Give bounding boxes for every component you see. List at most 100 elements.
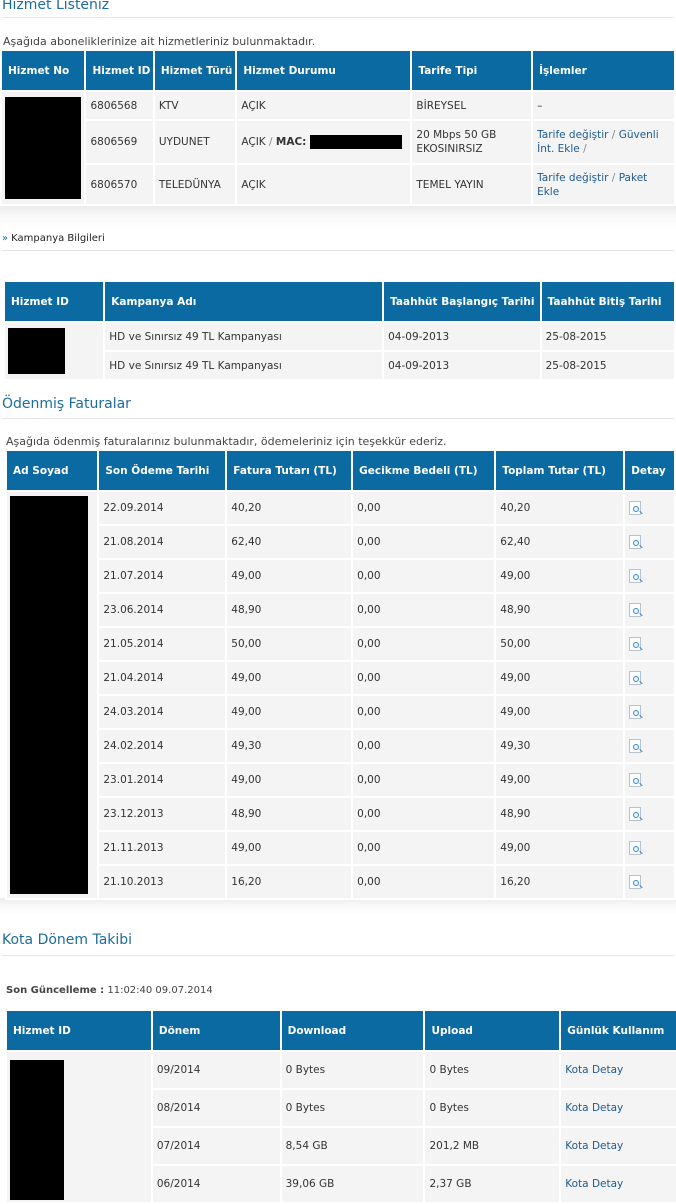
document-search-icon[interactable] (629, 535, 642, 549)
redacted-block (10, 1060, 64, 1200)
total-cell: 40,20 (496, 492, 624, 524)
kota-header-row: Hizmet ID Dönem Download Upload Günlük K… (7, 1011, 676, 1050)
amount-cell: 49,00 (227, 832, 352, 864)
kota-table: Hizmet ID Dönem Download Upload Günlük K… (5, 1009, 676, 1204)
link-separator: / (608, 171, 619, 184)
redacted-mac (309, 135, 402, 149)
detay-cell (625, 594, 674, 626)
total-cell: 16,20 (496, 866, 624, 898)
date-cell: 23.12.2013 (99, 798, 226, 830)
ops-cell: Tarife değiştir / Güvenli İnt. Ekle / (533, 121, 674, 163)
tarife-degistir-link[interactable]: Tarife değiştir (537, 172, 608, 184)
period-cell: 07/2014 (152, 1128, 280, 1164)
total-cell: 49,00 (496, 832, 624, 864)
col-taahhut-baslangic: Taahhüt Başlangıç Tarihi (384, 282, 540, 321)
mac-label: MAC: (275, 136, 307, 148)
detay-cell (625, 866, 674, 898)
col-donem: Dönem (152, 1011, 280, 1050)
table-row: HD ve Sınırsız 49 TL Kampanyası 04-09-20… (5, 352, 674, 379)
document-search-icon[interactable] (629, 637, 642, 651)
col-hizmet-id: Hizmet ID (86, 51, 153, 90)
document-search-icon[interactable] (629, 773, 642, 787)
table-row: 23.01.2014 49,00 0,00 49,00 (7, 764, 674, 796)
detay-cell (625, 662, 674, 694)
faturalar-header-row: Ad Soyad Son Ödeme Tarihi Fatura Tutarı … (7, 451, 674, 490)
kampanya-id-cell (5, 323, 104, 379)
col-islemler: İşlemler (533, 51, 674, 90)
document-search-icon[interactable] (629, 739, 642, 753)
period-cell: 09/2014 (152, 1052, 280, 1088)
kota-title: Kota Dönem Takibi (2, 932, 133, 948)
document-search-icon[interactable] (629, 875, 642, 889)
amount-cell: 48,90 (227, 798, 352, 830)
tarife-degistir-link[interactable]: Tarife değiştir (537, 129, 608, 141)
late-cell: 0,00 (353, 662, 495, 694)
detay-cell (625, 832, 674, 864)
document-search-icon[interactable] (629, 705, 642, 719)
taahhut-start-cell: 04-09-2013 (384, 352, 540, 379)
detay-cell (625, 696, 674, 728)
redacted-block (8, 328, 65, 374)
download-cell: 39,06 GB (281, 1166, 424, 1202)
total-cell: 50,00 (496, 628, 624, 660)
document-search-icon[interactable] (629, 501, 642, 515)
document-search-icon[interactable] (629, 807, 642, 821)
date-cell: 24.02.2014 (99, 730, 226, 762)
document-search-icon[interactable] (629, 671, 642, 685)
late-cell: 0,00 (353, 730, 495, 762)
document-search-icon[interactable] (629, 603, 642, 617)
kota-detay-cell: Kota Detay (561, 1052, 676, 1088)
total-cell: 62,40 (496, 526, 624, 558)
hizmet-bottom-band (0, 206, 676, 230)
amount-cell: 16,20 (227, 866, 352, 898)
hizmet-header-row: Hizmet No Hizmet ID Hizmet Türü Hizmet D… (2, 51, 674, 90)
tarife-cell: 20 Mbps 50 GB EKOSINIRSIZ (412, 121, 532, 163)
hizmet-status-cell: AÇIK (237, 165, 411, 204)
col-gunluk-kullanim: Günlük Kullanım (561, 1011, 676, 1050)
table-row: 23.06.2014 48,90 0,00 48,90 (7, 594, 674, 626)
table-row: 21.04.2014 49,00 0,00 49,00 (7, 662, 674, 694)
date-cell: 21.08.2014 (99, 526, 226, 558)
upload-cell: 0 Bytes (425, 1090, 560, 1126)
kota-updated: Son Güncelleme : 11:02:40 09.07.2014 (6, 985, 213, 996)
document-search-icon[interactable] (629, 841, 642, 855)
kota-detay-link[interactable]: Kota Detay (565, 1102, 623, 1114)
total-cell: 49,00 (496, 560, 624, 592)
table-row: 22.09.2014 40,20 0,00 40,20 (7, 492, 674, 898)
col-taahhut-bitis: Taahhüt Bitiş Tarihi (541, 282, 674, 321)
late-cell: 0,00 (353, 492, 495, 524)
table-row: 21.10.2013 16,20 0,00 16,20 (7, 866, 674, 898)
faturalar-title-rule (2, 418, 674, 419)
faturalar-desc: Aşağıda ödenmiş faturalarınız bulunmakta… (6, 435, 447, 448)
col-detay: Detay (625, 451, 674, 490)
ad-soyad-cell (7, 492, 98, 898)
kota-detay-link[interactable]: Kota Detay (565, 1140, 623, 1152)
amount-cell: 49,00 (227, 560, 352, 592)
amount-cell: 49,00 (227, 696, 352, 728)
kampanya-header-row: Hizmet ID Kampanya Adı Taahhüt Başlangıç… (5, 282, 674, 321)
link-separator: / (579, 143, 587, 155)
download-cell: 8,54 GB (281, 1128, 424, 1164)
kampanya-name-cell: HD ve Sınırsız 49 TL Kampanyası (105, 323, 383, 350)
total-cell: 49,00 (496, 764, 624, 796)
link-separator: / (608, 129, 619, 141)
date-cell: 21.04.2014 (99, 662, 226, 694)
date-cell: 23.06.2014 (99, 594, 226, 626)
kota-title-rule (2, 955, 674, 956)
upload-cell: 201,2 MB (425, 1128, 560, 1164)
table-row: 6806569 UYDUNET AÇIK / MAC: 20 Mbps 50 G… (2, 121, 674, 163)
late-cell: 0,00 (353, 866, 495, 898)
kota-detay-link[interactable]: Kota Detay (565, 1178, 623, 1190)
amount-cell: 40,20 (227, 492, 352, 524)
late-cell: 0,00 (353, 594, 495, 626)
late-cell: 0,00 (353, 526, 495, 558)
kampanya-bilgileri-link[interactable]: » Kampanya Bilgileri (2, 233, 105, 244)
table-row: 6806570 TELEDÜNYA AÇIK TEMEL YAYIN Tarif… (2, 165, 674, 204)
double-chevron-right-icon: » (2, 233, 9, 244)
col-kampanya-hizmet-id: Hizmet ID (5, 282, 104, 321)
col-upload: Upload (425, 1011, 560, 1050)
total-cell: 48,90 (496, 798, 624, 830)
date-cell: 22.09.2014 (99, 492, 226, 524)
kota-detay-link[interactable]: Kota Detay (565, 1064, 623, 1076)
document-search-icon[interactable] (629, 569, 642, 583)
